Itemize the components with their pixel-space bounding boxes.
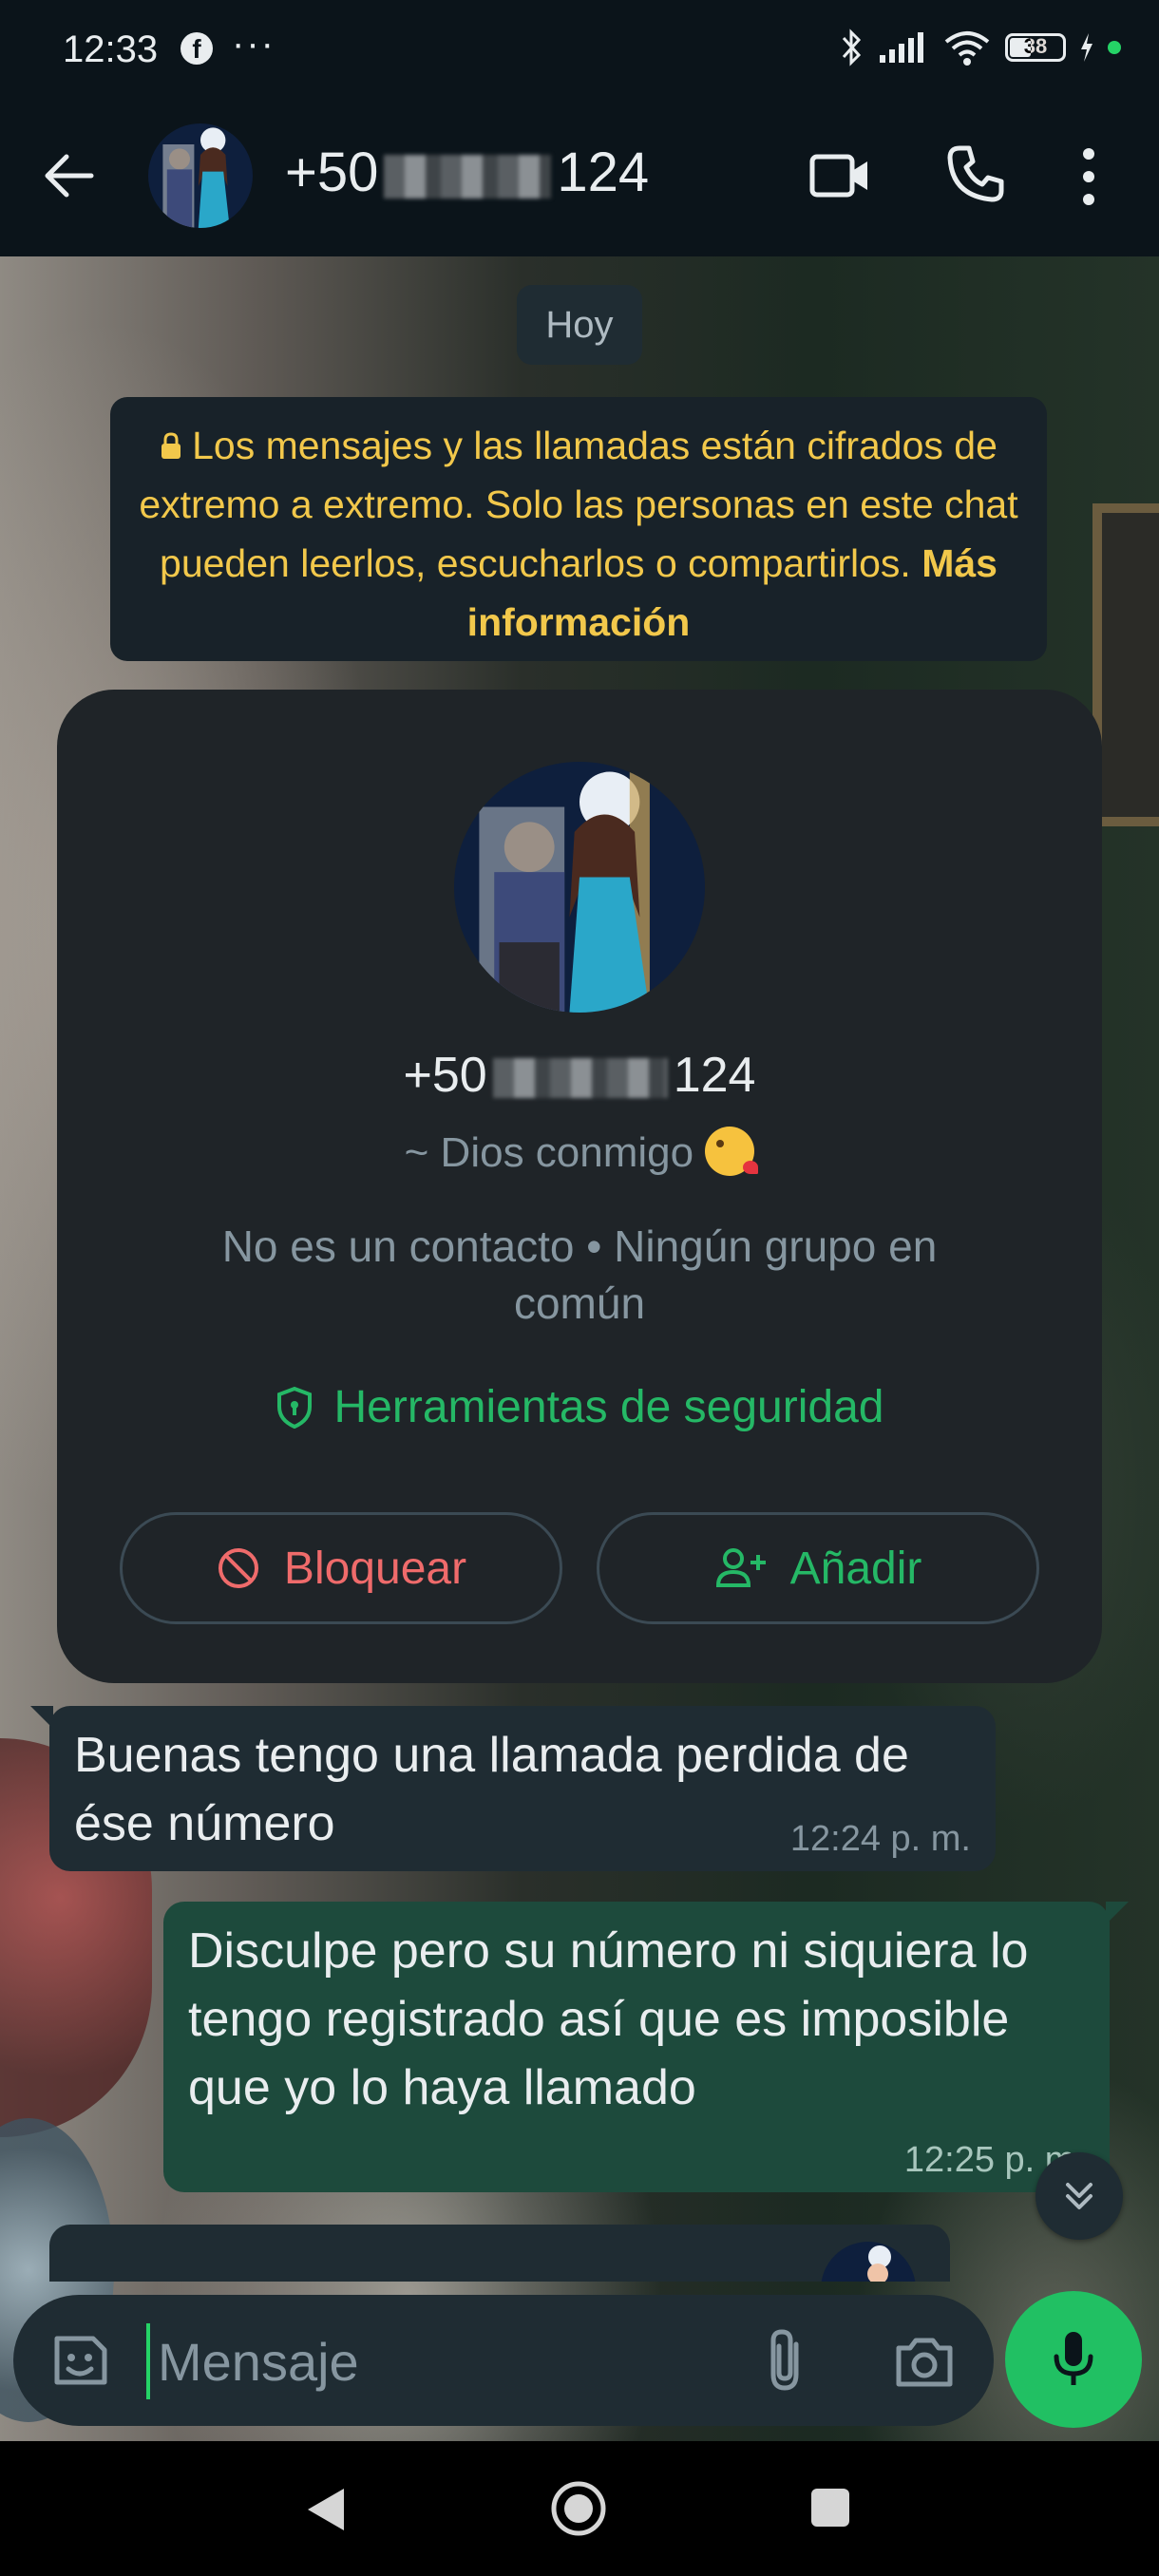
add-person-icon [715,1548,766,1587]
attach-icon[interactable] [760,2327,813,2394]
add-contact-button[interactable]: Añadir [597,1512,1039,1624]
date-chip: Hoy [517,285,642,365]
message-thumbnail [821,2242,916,2282]
block-button-label: Bloquear [283,1543,467,1594]
bluetooth-icon [842,28,862,66]
security-tools-link[interactable]: Herramientas de seguridad [57,1381,1102,1433]
battery-icon: 38 [1005,33,1066,62]
contact-avatar[interactable] [148,123,253,228]
block-button[interactable]: Bloquear [120,1512,562,1624]
message-text: Buenas tengo una llamada perdida de ése … [74,1728,909,1851]
camera-icon[interactable] [893,2333,956,2390]
add-contact-label: Añadir [789,1543,922,1594]
status-bar: 12:33 f ··· 38 [0,0,1159,95]
wallpaper-frame [1092,503,1159,826]
security-tools-label: Herramientas de seguridad [333,1382,884,1432]
contact-status-text: ~ Dios conmigo [404,1129,694,1176]
status-icons: 38 [840,28,1121,66]
message-input[interactable] [146,2323,749,2399]
chat-title-suffix: 124 [557,142,650,203]
mic-button[interactable] [1005,2291,1142,2428]
nav-home-icon[interactable] [549,2479,608,2538]
contact-avatar-large[interactable] [454,762,705,1013]
facebook-notification-icon: f [180,32,213,65]
contact-status: ~ Dios conmigo [57,1127,1102,1177]
wifi-icon [944,31,990,66]
message-text: Disculpe pero su número ni siquiera lo t… [188,1923,1029,2115]
redacted-digits [492,1058,668,1099]
chat-title[interactable]: +50 124 [285,141,649,204]
phone-icon[interactable] [946,144,1005,203]
shield-icon [276,1386,312,1430]
nav-back-icon[interactable] [302,2485,350,2534]
video-call-icon[interactable] [809,152,870,199]
status-time: 12:33 [63,28,159,70]
incoming-message[interactable]: Buenas tengo una llamada perdida de ése … [30,1706,996,1871]
back-arrow-icon[interactable] [40,147,97,204]
contact-number: +50 124 [57,1047,1102,1104]
contact-info-card: +50 124 ~ Dios conmigo No es un contacto … [57,690,1102,1683]
more-notifications-icon: ··· [232,23,276,65]
contact-number-suffix: 124 [673,1048,756,1103]
signal-icon [880,32,923,63]
encryption-notice[interactable]: Los mensajes y las llamadas están cifrad… [110,397,1047,661]
chat-title-prefix: +50 [285,142,379,203]
system-nav-bar [0,2441,1159,2576]
scroll-to-bottom-button[interactable] [1036,2152,1123,2240]
more-vert-icon[interactable] [1079,146,1098,207]
contact-number-prefix: +50 [403,1048,487,1103]
battery-level: 38 [1023,34,1048,58]
encryption-notice-text: Los mensajes y las llamadas están cifrad… [139,424,1018,585]
redacted-digits [384,154,552,199]
nav-recents-icon[interactable] [809,2487,851,2529]
partial-message[interactable] [49,2225,950,2282]
avatar-image [454,762,705,1013]
message-composer [13,2295,994,2426]
sticker-icon[interactable] [48,2329,110,2392]
mic-icon [1054,2332,1093,2385]
message-time: 12:24 p. m. [789,1819,971,1859]
double-chevron-down-icon [1066,2183,1092,2209]
contact-relationship-info: No es un contacto • Ningún grupo en comú… [221,1222,938,1328]
charging-icon [1081,33,1092,62]
lock-icon [162,432,181,459]
privacy-indicator-dot [1108,41,1121,54]
outgoing-message[interactable]: Disculpe pero su número ni siquiera lo t… [163,1902,1129,2192]
kiss-emoji-icon [705,1127,759,1176]
avatar-image [148,123,253,228]
chat-header: +50 124 [0,95,1159,256]
block-icon [218,1548,258,1588]
